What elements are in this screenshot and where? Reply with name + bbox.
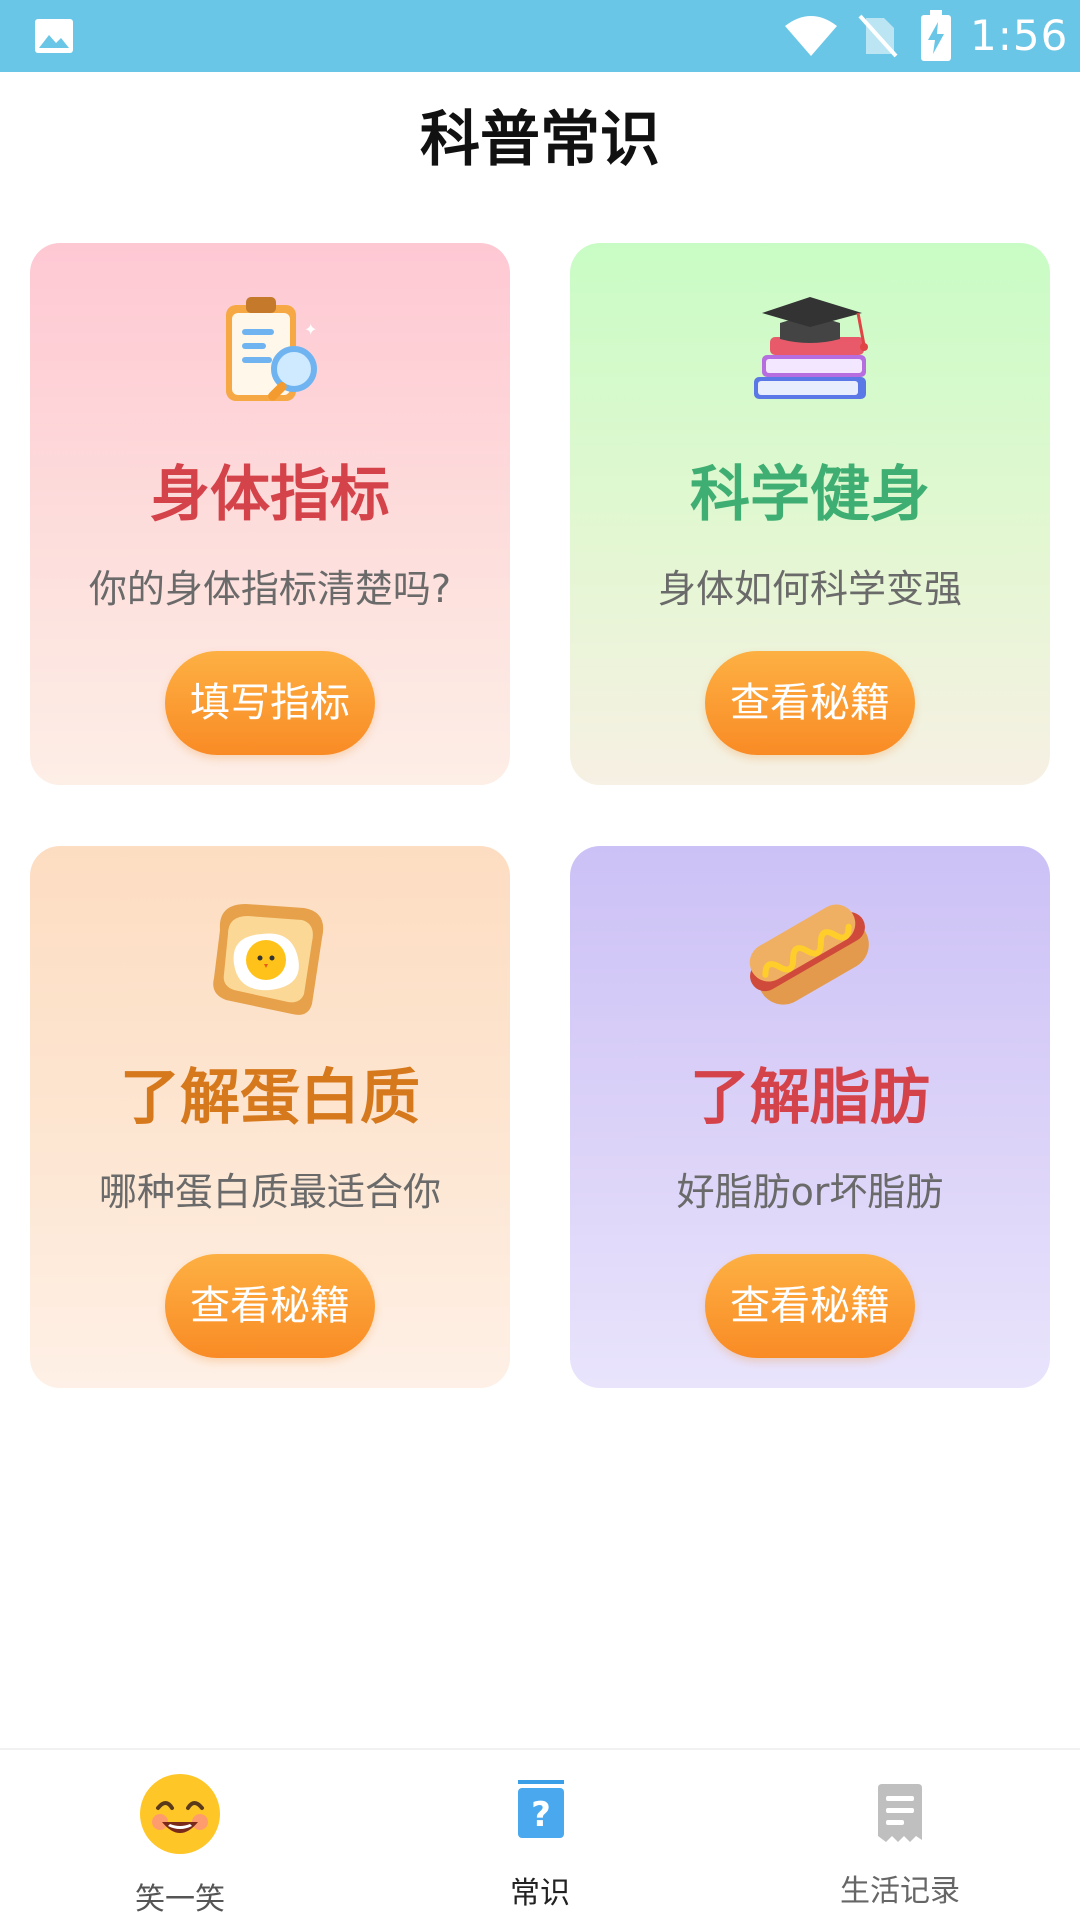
wifi-icon — [785, 16, 837, 56]
card-subtitle: 哪种蛋白质最适合你 — [98, 1170, 441, 1214]
status-bar: 1:56 — [0, 0, 1080, 72]
nav-label: 常识 — [510, 1876, 570, 1911]
svg-text:✦: ✦ — [304, 320, 317, 339]
nav-item-laugh[interactable]: 笑一笑 — [0, 1750, 360, 1922]
receipt-document-icon — [878, 1784, 922, 1842]
card-subtitle: 好脂肪or坏脂肪 — [676, 1170, 944, 1214]
card-title: 了解蛋白质 — [120, 1063, 420, 1133]
card-fat[interactable]: 了解脂肪 好脂肪or坏脂肪 查看秘籍 — [570, 846, 1050, 1388]
card-title: 科学健身 — [690, 460, 930, 530]
battery-charging-icon — [921, 10, 951, 61]
gallery-icon — [35, 19, 73, 53]
nav-item-life-records[interactable]: 生活记录 — [720, 1750, 1080, 1922]
status-time: 1:56 — [970, 11, 1069, 60]
view-tips-button[interactable]: 查看秘籍 — [165, 1254, 375, 1358]
clipboard-magnifier-icon: ✦ — [226, 297, 317, 401]
question-book-icon: ? — [518, 1780, 564, 1838]
card-title: 了解脂肪 — [690, 1063, 930, 1133]
nav-item-knowledge[interactable]: ? 常识 — [360, 1750, 720, 1922]
nav-label: 生活记录 — [840, 1874, 960, 1909]
fill-metrics-button[interactable]: 填写指标 — [165, 651, 375, 755]
svg-text:?: ? — [531, 1795, 551, 1835]
card-scientific-fitness[interactable]: 科学健身 身体如何科学变强 查看秘籍 — [570, 243, 1050, 785]
hotdog-icon — [749, 904, 869, 1005]
smiley-face-icon — [140, 1774, 220, 1854]
books-graduation-cap-icon — [754, 297, 868, 399]
bottom-navigation: 笑一笑 ? 常识 生活记录 — [0, 1748, 1080, 1922]
nav-label: 笑一笑 — [135, 1882, 225, 1917]
card-body-metrics[interactable]: ✦ 身体指标 你的身体指标清楚吗? 填写指标 — [30, 243, 510, 785]
card-subtitle: 你的身体指标清楚吗? — [88, 567, 452, 611]
no-sim-icon — [858, 14, 898, 58]
card-subtitle: 身体如何科学变强 — [657, 567, 962, 611]
card-protein[interactable]: 了解蛋白质 哪种蛋白质最适合你 查看秘籍 — [30, 846, 510, 1388]
card-title: 身体指标 — [150, 460, 390, 530]
view-tips-button[interactable]: 查看秘籍 — [705, 651, 915, 755]
page-title: 科普常识 — [420, 105, 660, 175]
view-tips-button[interactable]: 查看秘籍 — [705, 1254, 915, 1358]
egg-toast-icon — [213, 904, 324, 1015]
